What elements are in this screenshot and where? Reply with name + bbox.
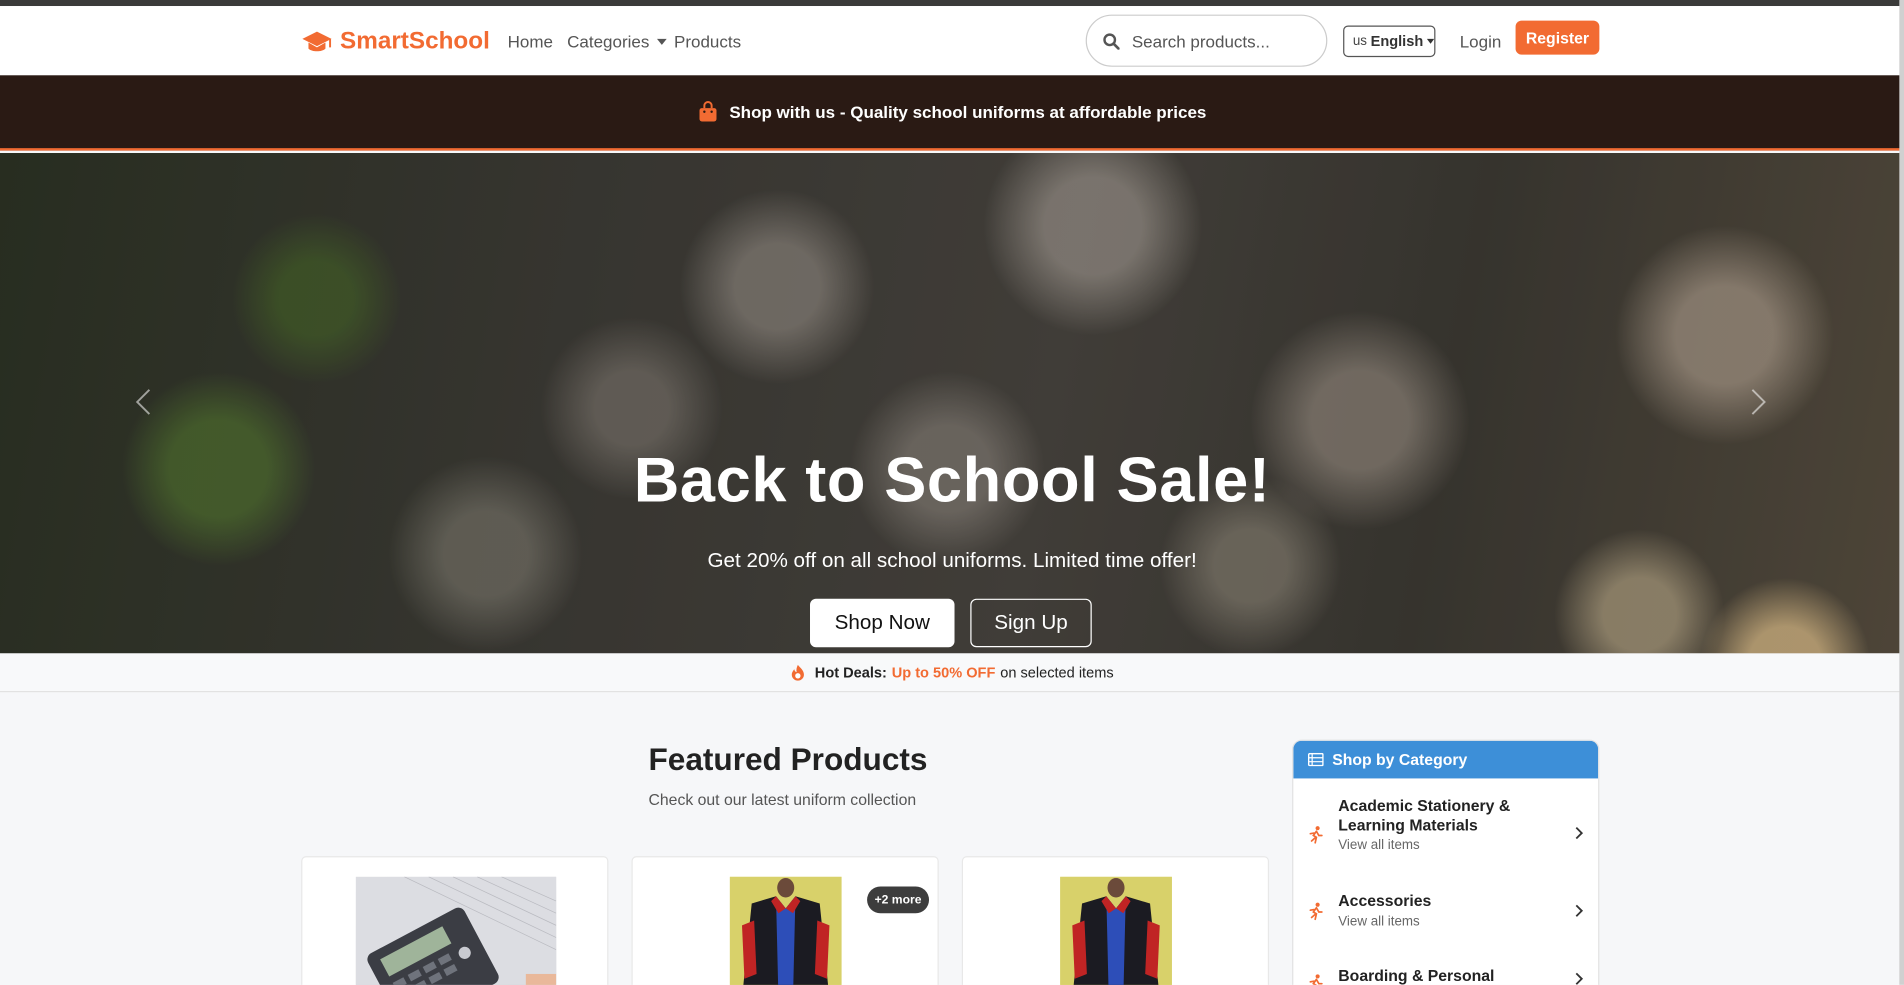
hot-deals-tail: on selected items [1000,663,1114,681]
jacket-icon [1060,876,1172,985]
list-icon [1307,752,1324,767]
shop-now-button[interactable]: Shop Now [810,598,955,648]
register-button[interactable]: Register [1515,20,1600,55]
nav-categories-label: Categories [567,31,650,52]
calculator-image [355,876,557,985]
category-item-accessories[interactable]: Accessories View all items [1293,888,1598,937]
hot-deals-bar: Hot Deals: Up to 50% OFF on selected ite… [0,653,1904,693]
category-item-boarding-essentials[interactable]: Boarding & Personal Essentials [1293,967,1598,985]
language-select[interactable]: us English [1343,25,1436,58]
category-panel-header: Shop by Category [1293,740,1599,779]
category-name: Academic Stationery & Learning Materials [1338,796,1511,835]
sign-up-button[interactable]: Sign Up [970,598,1092,648]
chevron-down-icon [1426,38,1435,44]
hot-deals-label: Hot Deals: [814,663,887,681]
category-panel-title: Shop by Category [1332,750,1468,769]
language-label: English [1370,32,1424,50]
category-item-academic-stationery[interactable]: Academic Stationery & Learning Materials… [1293,794,1598,867]
category-sub: View all items [1338,914,1420,930]
product-card[interactable]: +2 more [631,856,939,985]
announcement-bar: Shop with us - Quality school uniforms a… [0,75,1904,151]
chevron-right-icon[interactable] [1749,386,1768,418]
running-person-icon [1309,974,1323,985]
page: SmartSchool Home Categories Products us … [0,0,1904,985]
jacket-image [1060,876,1172,985]
announcement-text: Shop with us - Quality school uniforms a… [729,102,1207,122]
hero-buttons: Shop Now Sign Up [810,598,1092,648]
more-images-badge: +2 more [867,886,930,914]
jacket-icon [729,876,842,985]
search-box[interactable] [1085,14,1328,67]
brand-logo[interactable]: SmartSchool [301,28,490,56]
chevron-right-icon [1575,972,1584,985]
chevron-right-icon [1575,826,1584,840]
nav-categories-dropdown[interactable]: Categories [567,31,667,52]
featured-subtitle: Check out our latest uniform collection [648,790,917,809]
search-input[interactable] [1131,29,1314,54]
product-card[interactable] [961,856,1270,985]
nav-products-link[interactable]: Products [674,32,741,51]
running-person-icon [1309,902,1323,921]
calculator-icon [355,876,557,985]
hero-subtitle: Get 20% off on all school uniforms. Limi… [707,548,1197,572]
login-link[interactable]: Login [1460,32,1502,51]
chevron-right-icon [1575,904,1584,917]
search-icon [1103,33,1120,50]
product-card[interactable] [301,856,609,985]
flag-icon: us [1352,34,1367,49]
nav-home-link[interactable]: Home [508,32,553,51]
hot-deals-highlight: Up to 50% OFF [891,663,996,681]
fire-icon [791,664,804,681]
brand-name: SmartSchool [340,27,490,55]
running-person-icon [1309,826,1323,844]
shopping-bag-icon [698,101,716,122]
featured-title: Featured Products [648,740,928,778]
graduation-cap-icon [302,30,332,51]
jacket-image [729,876,842,985]
chevron-down-icon [656,38,667,45]
category-name: Boarding & Personal Essentials [1338,966,1495,985]
hero-title: Back to School Sale! [633,445,1271,517]
hero-carousel: Back to School Sale! Get 20% off on all … [0,153,1904,654]
chevron-left-icon[interactable] [134,386,153,418]
shop-by-category-panel: Shop by Category Academic Stationery & L… [1292,739,1600,985]
category-sub: View all items [1338,837,1420,853]
category-name: Accessories [1338,891,1432,910]
navbar: SmartSchool Home Categories Products us … [0,6,1904,76]
